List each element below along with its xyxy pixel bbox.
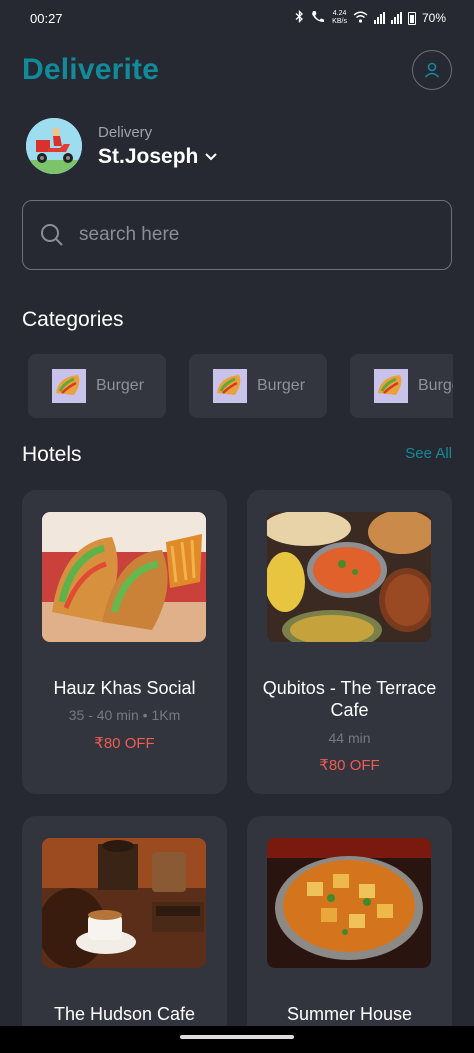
hotel-offer: ₹80 OFF bbox=[94, 735, 155, 752]
see-all-link[interactable]: See All bbox=[380, 445, 452, 462]
status-bar: 00:27 4.24 KB/s 70% bbox=[0, 0, 474, 36]
search-bar[interactable] bbox=[22, 200, 452, 270]
category-chip[interactable]: Burger bbox=[189, 354, 327, 418]
network-speed: 4.24 KB/s bbox=[332, 10, 347, 26]
hotel-image-paneer-curry bbox=[267, 838, 431, 968]
hotel-card[interactable]: The Hudson Cafe bbox=[22, 816, 227, 1046]
delivery-text: Delivery St.Joseph bbox=[98, 124, 218, 169]
signal-icon-sim1 bbox=[373, 12, 385, 24]
location-name: St.Joseph bbox=[98, 144, 199, 168]
hotel-meta: 35 - 40 min • 1Km bbox=[68, 707, 181, 723]
hotel-image-tacos bbox=[42, 512, 206, 642]
hotel-meta: 44 min bbox=[328, 730, 371, 746]
profile-button[interactable] bbox=[412, 50, 452, 90]
wifi-icon bbox=[353, 11, 368, 26]
speed-unit: KB/s bbox=[332, 18, 347, 25]
category-chip[interactable]: Burger bbox=[350, 354, 453, 418]
hotel-name: Qubitos - The Terrace Cafe bbox=[262, 678, 437, 720]
category-chip[interactable]: Burger bbox=[28, 354, 166, 418]
location-selector[interactable]: St.Joseph bbox=[98, 145, 218, 169]
categories-title: Categories bbox=[22, 308, 124, 331]
category-label: Burger bbox=[257, 377, 306, 394]
chevron-down-icon bbox=[205, 152, 218, 160]
hotel-image-coffee bbox=[42, 838, 206, 968]
hotel-name: The Hudson Cafe bbox=[53, 1004, 196, 1024]
status-icons: 4.24 KB/s 70% bbox=[295, 9, 446, 26]
app-header: Deliverite bbox=[22, 48, 452, 92]
home-indicator[interactable] bbox=[0, 1026, 474, 1053]
hotel-image-indian-curries bbox=[267, 512, 431, 642]
volte-call-icon bbox=[310, 10, 326, 26]
battery-icon bbox=[407, 11, 416, 25]
delivery-location[interactable]: Delivery St.Joseph bbox=[26, 118, 218, 174]
hotels-title: Hotels bbox=[22, 443, 82, 466]
delivery-label: Delivery bbox=[98, 123, 153, 141]
battery-level: 70% bbox=[421, 11, 446, 25]
category-label: Burger bbox=[96, 377, 145, 394]
taco-icon bbox=[213, 369, 247, 403]
status-time: 00:27 bbox=[30, 10, 63, 26]
brand-logo: Deliverite bbox=[22, 53, 160, 86]
speed-value: 4.24 bbox=[332, 10, 347, 17]
categories-list[interactable]: Burger Burger Burger bbox=[28, 354, 453, 418]
category-label: Burger bbox=[418, 377, 453, 394]
search-input[interactable] bbox=[79, 224, 451, 246]
delivery-scooter-avatar bbox=[26, 118, 82, 174]
bluetooth-icon bbox=[295, 9, 304, 26]
hotel-card[interactable]: Hauz Khas Social 35 - 40 min • 1Km ₹80 O… bbox=[22, 490, 227, 794]
hotel-card[interactable]: Qubitos - The Terrace Cafe 44 min ₹80 OF… bbox=[247, 490, 452, 794]
hotel-name: Hauz Khas Social bbox=[53, 678, 196, 698]
taco-icon bbox=[52, 369, 86, 403]
hotel-offer: ₹80 OFF bbox=[319, 757, 380, 774]
signal-icon-sim2 bbox=[390, 12, 402, 24]
taco-icon bbox=[374, 369, 408, 403]
hotel-name: Summer House bbox=[286, 1004, 413, 1024]
user-icon bbox=[424, 62, 440, 78]
search-icon bbox=[41, 224, 63, 246]
hotel-card[interactable]: Summer House bbox=[247, 816, 452, 1046]
